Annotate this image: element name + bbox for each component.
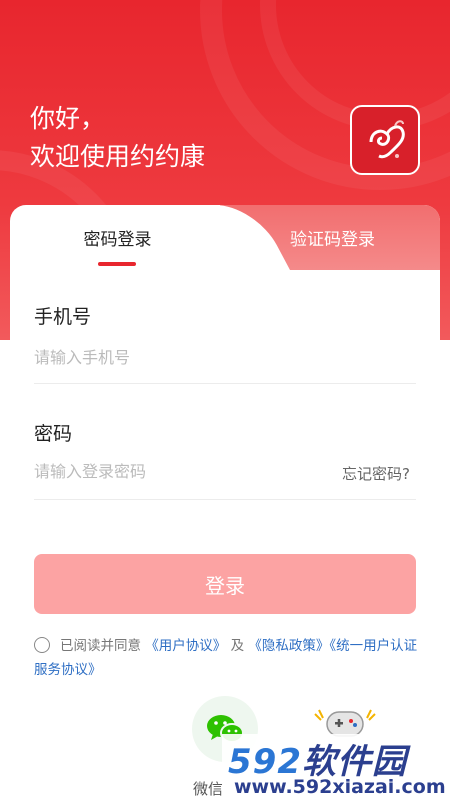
login-button[interactable]: 登录 (34, 554, 416, 614)
login-tabs: 密码登录 验证码登录 (10, 205, 440, 270)
agreement-text: 已阅读并同意 《用户协议》 及 《隐私政策》《统一用户认证服务协议》 (34, 634, 424, 682)
watermark: 592软件园 www.592xiazai.com (222, 734, 450, 800)
agreement-prefix: 已阅读并同意 (60, 638, 141, 654)
user-agreement-link[interactable]: 《用户协议》 (145, 638, 226, 654)
phone-label: 手机号 (34, 306, 92, 328)
greeting: 你好， 欢迎使用约约康 (30, 100, 205, 176)
app-logo-icon (350, 105, 420, 175)
greeting-line-1: 你好， (30, 104, 106, 133)
tab-active-indicator (98, 262, 136, 266)
agreement-and: 及 (230, 638, 245, 654)
divider (34, 383, 416, 384)
divider (34, 499, 416, 500)
tab-password-login[interactable]: 密码登录 (10, 205, 225, 270)
password-input[interactable] (34, 451, 324, 491)
watermark-url: www.592xiazai.com (234, 776, 446, 798)
wechat-label: 微信 (193, 780, 224, 798)
agree-radio[interactable] (34, 637, 50, 653)
tab-code-login[interactable]: 验证码登录 (225, 205, 440, 270)
forgot-password-link[interactable]: 忘记密码? (342, 463, 410, 484)
privacy-policy-link[interactable]: 《隐私政策》 (248, 638, 329, 654)
greeting-line-2: 欢迎使用约约康 (30, 142, 206, 171)
phone-input[interactable] (34, 337, 416, 377)
password-label: 密码 (34, 423, 73, 445)
